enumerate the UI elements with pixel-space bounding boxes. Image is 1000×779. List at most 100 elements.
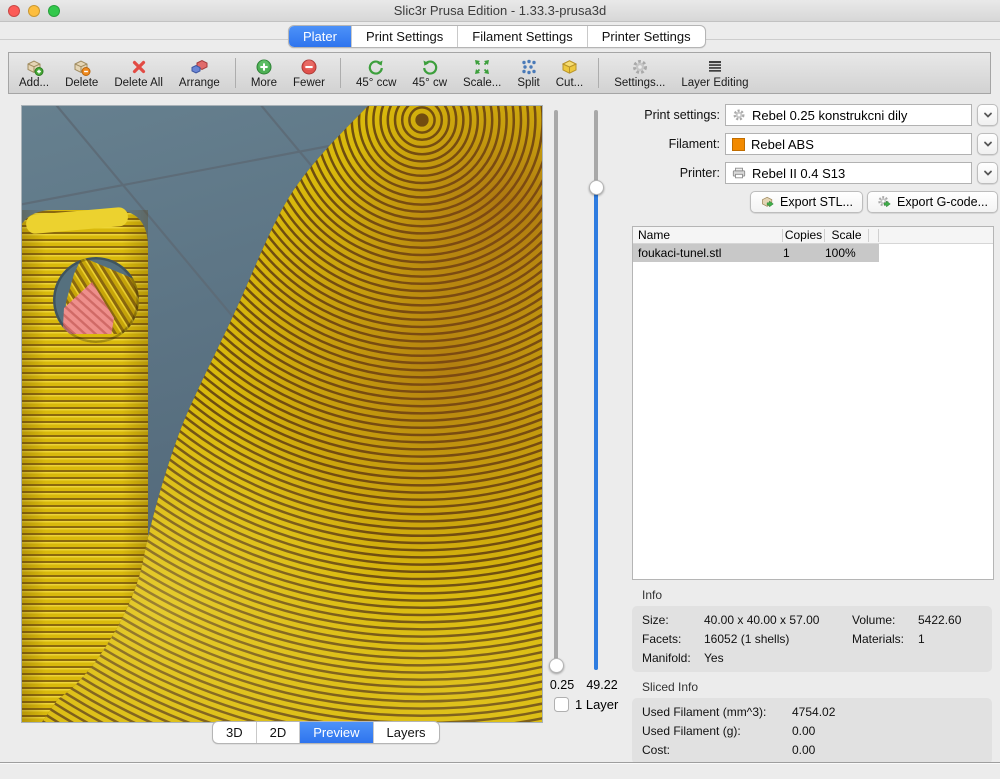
traffic-lights	[8, 5, 60, 17]
chevron-down-icon	[982, 138, 994, 150]
main-tab-row: Plater Print Settings Filament Settings …	[0, 22, 1000, 50]
rotate-ccw-icon	[367, 58, 385, 76]
cost-value: 0.00	[792, 743, 982, 757]
sliced-info-box: Used Filament (mm^3): 4754.02 Used Filam…	[632, 698, 992, 764]
one-layer-checkbox[interactable]	[554, 697, 569, 712]
manifold-value: Yes	[704, 651, 852, 665]
chevron-down-icon	[982, 109, 994, 121]
toolbar-separator	[598, 58, 599, 88]
print-settings-row: Print settings: Rebel 0.25 konstrukcni d…	[632, 104, 998, 126]
objects-table[interactable]: Name Copies Scale foukaci-tunel.stl 1 10…	[632, 226, 994, 580]
delete-all-icon	[130, 58, 148, 76]
chevron-down-icon	[982, 167, 994, 179]
object-copies-cell: 1	[783, 246, 825, 260]
filament-dropdown-button[interactable]	[977, 133, 998, 155]
used-filament-mm3-label: Used Filament (mm^3):	[642, 705, 792, 719]
info-section-title: Info	[642, 588, 998, 602]
layer-range-fill	[594, 192, 598, 670]
delete-button[interactable]: Delete	[57, 56, 106, 91]
rotate-cw-button[interactable]: 45° cw	[404, 56, 455, 91]
table-row[interactable]: foukaci-tunel.stl 1 100%	[633, 244, 993, 262]
volume-value: 5422.60	[918, 613, 982, 627]
column-header-scale[interactable]: Scale	[825, 229, 869, 242]
plater-toolbar: Add... Delete Delete All Arrange	[8, 52, 991, 94]
arrange-icon	[190, 58, 209, 76]
view-tab-3d[interactable]: 3D	[213, 722, 257, 743]
layer-editing-button[interactable]: Layer Editing	[673, 56, 756, 91]
more-icon	[255, 58, 273, 76]
fewer-icon	[300, 58, 318, 76]
split-icon	[520, 58, 538, 76]
settings-button[interactable]: Settings...	[606, 56, 673, 91]
used-filament-mm3-value: 4754.02	[792, 705, 982, 719]
one-layer-label: 1 Layer	[575, 697, 618, 712]
preview-3d-viewport[interactable]	[21, 105, 543, 723]
printer-dropdown-button[interactable]	[977, 162, 998, 184]
minimize-window-button[interactable]	[28, 5, 40, 17]
zoom-window-button[interactable]	[48, 5, 60, 17]
layer-slider-panel: 0.25 49.22 1 Layer	[545, 106, 631, 726]
size-label: Size:	[642, 613, 704, 627]
min-layer-value: 0.25	[545, 678, 579, 692]
fewer-copies-button[interactable]: Fewer	[285, 56, 333, 91]
window-title: Slic3r Prusa Edition - 1.33.3-prusa3d	[0, 3, 1000, 18]
cut-icon	[560, 58, 579, 76]
scale-icon	[473, 58, 491, 76]
object-name-cell: foukaci-tunel.stl	[633, 246, 783, 260]
column-header-name[interactable]: Name	[633, 229, 783, 242]
facets-value: 16052 (1 shells)	[704, 632, 852, 646]
facets-label: Facets:	[642, 632, 704, 646]
close-window-button[interactable]	[8, 5, 20, 17]
view-tab-preview[interactable]: Preview	[300, 722, 373, 743]
one-layer-row: 1 Layer	[554, 697, 618, 712]
size-value: 40.00 x 40.00 x 57.00	[704, 613, 852, 627]
printer-row: Printer: Rebel II 0.4 S13	[632, 162, 998, 184]
right-panel: Print settings: Rebel 0.25 konstrukcni d…	[632, 104, 998, 754]
filament-label: Filament:	[632, 137, 720, 151]
scale-button[interactable]: Scale...	[455, 56, 509, 91]
rotate-ccw-button[interactable]: 45° ccw	[348, 56, 404, 91]
layer-slider-values: 0.25 49.22	[545, 678, 631, 692]
delete-all-button[interactable]: Delete All	[106, 56, 171, 91]
bottom-divider-highlight	[0, 763, 1000, 764]
manifold-label: Manifold:	[642, 651, 704, 665]
cut-button[interactable]: Cut...	[548, 56, 591, 91]
add-button[interactable]: Add...	[11, 56, 57, 91]
tab-plater[interactable]: Plater	[289, 26, 352, 47]
printer-combo[interactable]: Rebel II 0.4 S13	[725, 162, 972, 184]
filament-color-swatch	[732, 138, 745, 151]
tab-printer-settings[interactable]: Printer Settings	[588, 26, 705, 47]
min-layer-slider[interactable]	[554, 110, 558, 670]
materials-label: Materials:	[852, 632, 918, 646]
arrange-button[interactable]: Arrange	[171, 56, 228, 91]
filament-combo[interactable]: Rebel ABS	[725, 133, 972, 155]
tab-filament-settings[interactable]: Filament Settings	[458, 26, 587, 47]
min-layer-thumb[interactable]	[549, 658, 564, 673]
export-stl-icon	[760, 195, 775, 209]
filament-row: Filament: Rebel ABS	[632, 133, 998, 155]
tab-print-settings[interactable]: Print Settings	[352, 26, 458, 47]
view-tab-2d[interactable]: 2D	[257, 722, 301, 743]
toolbar-separator	[340, 58, 341, 88]
settings-gear-icon	[631, 58, 649, 76]
column-header-copies[interactable]: Copies	[783, 229, 825, 242]
export-gcode-button[interactable]: Export G-code...	[867, 191, 998, 213]
more-copies-button[interactable]: More	[243, 56, 285, 91]
print-settings-combo[interactable]: Rebel 0.25 konstrukcni dily	[725, 104, 972, 126]
max-layer-value: 49.22	[579, 678, 625, 692]
view-mode-tabs: 3D 2D Preview Layers	[212, 721, 440, 744]
used-filament-g-value: 0.00	[792, 724, 982, 738]
max-layer-thumb[interactable]	[589, 180, 604, 195]
sliced-info-section-title: Sliced Info	[642, 680, 998, 694]
layer-editing-icon	[706, 58, 724, 76]
split-button[interactable]: Split	[509, 56, 547, 91]
print-settings-dropdown-button[interactable]	[977, 104, 998, 126]
app-window: Slic3r Prusa Edition - 1.33.3-prusa3d Pl…	[0, 0, 1000, 779]
view-tab-layers[interactable]: Layers	[374, 722, 439, 743]
print-settings-label: Print settings:	[632, 108, 720, 122]
objects-table-header: Name Copies Scale	[633, 227, 993, 244]
export-stl-button[interactable]: Export STL...	[750, 191, 863, 213]
title-bar: Slic3r Prusa Edition - 1.33.3-prusa3d	[0, 0, 1000, 22]
object-scale-cell: 100%	[825, 246, 869, 260]
preset-gear-icon	[732, 108, 746, 122]
